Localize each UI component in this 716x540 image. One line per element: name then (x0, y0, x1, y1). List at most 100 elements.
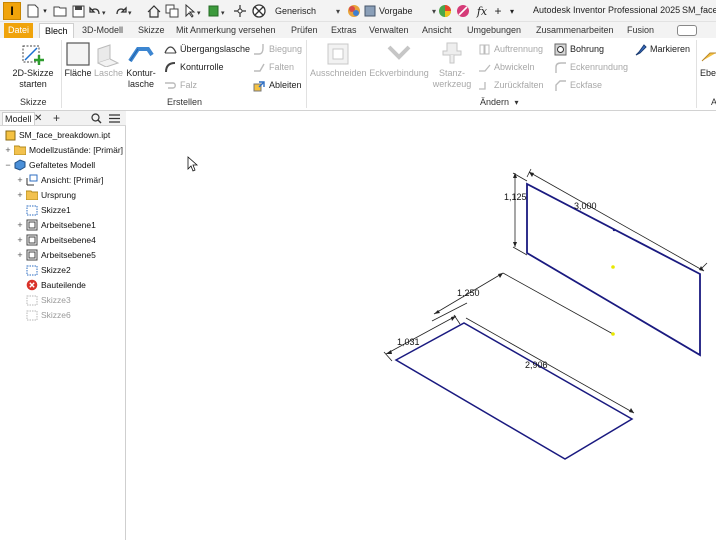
start-2d-sketch-button[interactable]: 2D-Skizze starten (8, 40, 58, 90)
search-icon[interactable] (91, 113, 102, 126)
expand-icon[interactable]: + (16, 176, 24, 185)
hem-button[interactable]: Falz (163, 78, 197, 92)
tab-skizze[interactable]: Skizze (138, 23, 165, 38)
tree-item-sketch6[interactable]: Skizze6 (26, 308, 71, 322)
cut-button[interactable]: Ausschneiden (310, 40, 367, 79)
sketch-point[interactable] (611, 332, 615, 336)
appearance-sphere-icon[interactable] (346, 3, 362, 19)
tree-item-sketch3[interactable]: Skizze3 (26, 293, 71, 307)
visual-style-icon[interactable] (251, 3, 267, 19)
dimension-text[interactable]: 1,125 (504, 192, 527, 202)
flat-face-outline[interactable] (394, 322, 634, 460)
graphics-window[interactable]: 1,125 3,000 1,250 1,031 2,906 (127, 111, 716, 540)
tree-item-end-of-part[interactable]: Bauteilende (26, 278, 86, 292)
plane-button[interactable]: Ebe (700, 40, 716, 79)
clear-appearance-icon[interactable] (455, 3, 471, 19)
open-file-icon[interactable] (52, 3, 68, 19)
tab-pruefen[interactable]: Prüfen (291, 23, 318, 38)
add-icon[interactable]: + (492, 3, 504, 19)
tree-item-origin[interactable]: + Ursprung (16, 188, 76, 202)
dimension-text[interactable]: 1,031 (397, 337, 420, 347)
update-icon[interactable]: ▾ (207, 3, 229, 19)
derive-button[interactable]: Ableiten (252, 78, 302, 92)
close-icon[interactable]: ✕ (34, 112, 42, 125)
corner-round-icon (553, 60, 567, 74)
dimension-text[interactable]: 2,906 (525, 360, 548, 370)
hamburger-menu-icon[interactable] (109, 114, 120, 125)
tab-ansicht[interactable]: Ansicht (422, 23, 452, 38)
measure-icon[interactable] (232, 3, 248, 19)
collapse-icon[interactable]: − (4, 161, 12, 170)
tab-datei[interactable]: Datei (4, 23, 34, 38)
model-canvas[interactable]: 1,125 3,000 1,250 1,031 2,906 (127, 111, 716, 540)
tab-blech[interactable]: Blech (39, 23, 74, 38)
new-dropdown-icon[interactable]: ▾ (40, 3, 50, 19)
corner-seam-button[interactable]: Eckverbindung (369, 40, 429, 79)
hole-button[interactable]: Bohrung (553, 42, 604, 56)
undo-icon[interactable]: ▾ (88, 3, 110, 19)
tab-fusion[interactable]: Fusion (627, 23, 654, 38)
fold-button[interactable]: Falten (252, 60, 294, 74)
tab-mit-anmerkung-versehen[interactable]: Mit Anmerkung versehen (176, 23, 276, 38)
tree-item-part-file[interactable]: SM_face_breakdown.ipt (4, 128, 110, 142)
expand-icon[interactable]: + (4, 146, 12, 155)
dimension-text[interactable]: 1,250 (457, 288, 480, 298)
tree-item-sketch2[interactable]: Skizze2 (26, 263, 71, 277)
appearance-combo[interactable]: Generisch ▾ (270, 3, 340, 19)
tree-item-model-states[interactable]: + Modellzustände: [Primär] (4, 143, 123, 157)
tree-item-view[interactable]: + Ansicht: [Primär] (16, 173, 103, 187)
expand-icon[interactable]: + (16, 221, 24, 230)
app-logo[interactable]: I (3, 2, 21, 20)
tree-item-folded-model[interactable]: − Gefaltetes Modell (4, 158, 95, 172)
sketch-point[interactable] (612, 228, 616, 232)
dimension-text[interactable]: 3,000 (574, 201, 597, 211)
panel-title-aendern[interactable]: Ändern ▾ (480, 97, 519, 107)
bend-button[interactable]: Biegung (252, 42, 302, 56)
add-browser-tab-icon[interactable]: + (53, 111, 60, 125)
tree-item-work-plane-5[interactable]: + Arbeitsebene5 (16, 248, 96, 262)
expand-icon[interactable]: + (16, 191, 24, 200)
panel-separator (61, 40, 62, 108)
tree-item-work-plane-4[interactable]: + Arbeitsebene4 (16, 233, 96, 247)
tree-item-work-plane-1[interactable]: + Arbeitsebene1 (16, 218, 96, 232)
save-icon[interactable] (70, 3, 86, 19)
bend-icon (252, 42, 266, 56)
color-palette-icon[interactable] (437, 3, 453, 19)
contour-roll-button[interactable]: Konturrolle (163, 60, 224, 74)
tab-umgebungen[interactable]: Umgebungen (467, 23, 521, 38)
browser-tab-model[interactable]: Modell (2, 112, 35, 125)
face-button[interactable]: Fläche (64, 40, 92, 79)
tab-zusammenarbeiten[interactable]: Zusammenarbeiten (536, 23, 614, 38)
tab-verwalten[interactable]: Verwalten (369, 23, 409, 38)
return-icon[interactable] (164, 3, 180, 19)
corner-chamfer-button[interactable]: Eckfase (553, 78, 602, 92)
unfold-icon (477, 60, 491, 74)
tab-extras[interactable]: Extras (331, 23, 357, 38)
vertical-face-outline[interactable] (526, 182, 701, 357)
tree-item-sketch1[interactable]: Skizze1 (26, 203, 71, 217)
ribbon-options-button[interactable] (677, 25, 697, 36)
parameters-icon[interactable]: fx (474, 3, 490, 19)
mark-button[interactable]: Markieren (633, 42, 690, 56)
material-combo[interactable]: Vorgabe ▾ (364, 3, 436, 19)
chevron-down-icon: ▾ (335, 6, 340, 16)
tab-3d-modell[interactable]: 3D-Modell (82, 23, 123, 38)
expand-icon[interactable]: + (16, 251, 24, 260)
lofted-flange-button[interactable]: Übergangslasche (163, 42, 250, 56)
punch-tool-button[interactable]: Stanz- werkzeug (432, 40, 472, 90)
customize-qat-icon[interactable]: ▾ (506, 3, 518, 19)
flange-button[interactable]: Lasche (94, 40, 123, 79)
expand-icon[interactable]: + (16, 236, 24, 245)
sketch-point[interactable] (611, 265, 615, 269)
rip-button[interactable]: Auftrennung (477, 42, 543, 56)
redo-icon[interactable]: ▾ (113, 3, 135, 19)
end-of-part-icon (26, 279, 38, 291)
rip-icon (477, 42, 491, 56)
corner-round-button[interactable]: Eckenrundung (553, 60, 628, 74)
select-mode-icon[interactable]: ▾ (183, 3, 205, 19)
refold-button[interactable]: Zurückfalten (477, 78, 544, 92)
new-file-icon[interactable] (26, 3, 40, 19)
home-icon[interactable] (146, 3, 162, 19)
contour-flange-button[interactable]: Kontur- lasche (124, 40, 158, 90)
unfold-button[interactable]: Abwickeln (477, 60, 535, 74)
